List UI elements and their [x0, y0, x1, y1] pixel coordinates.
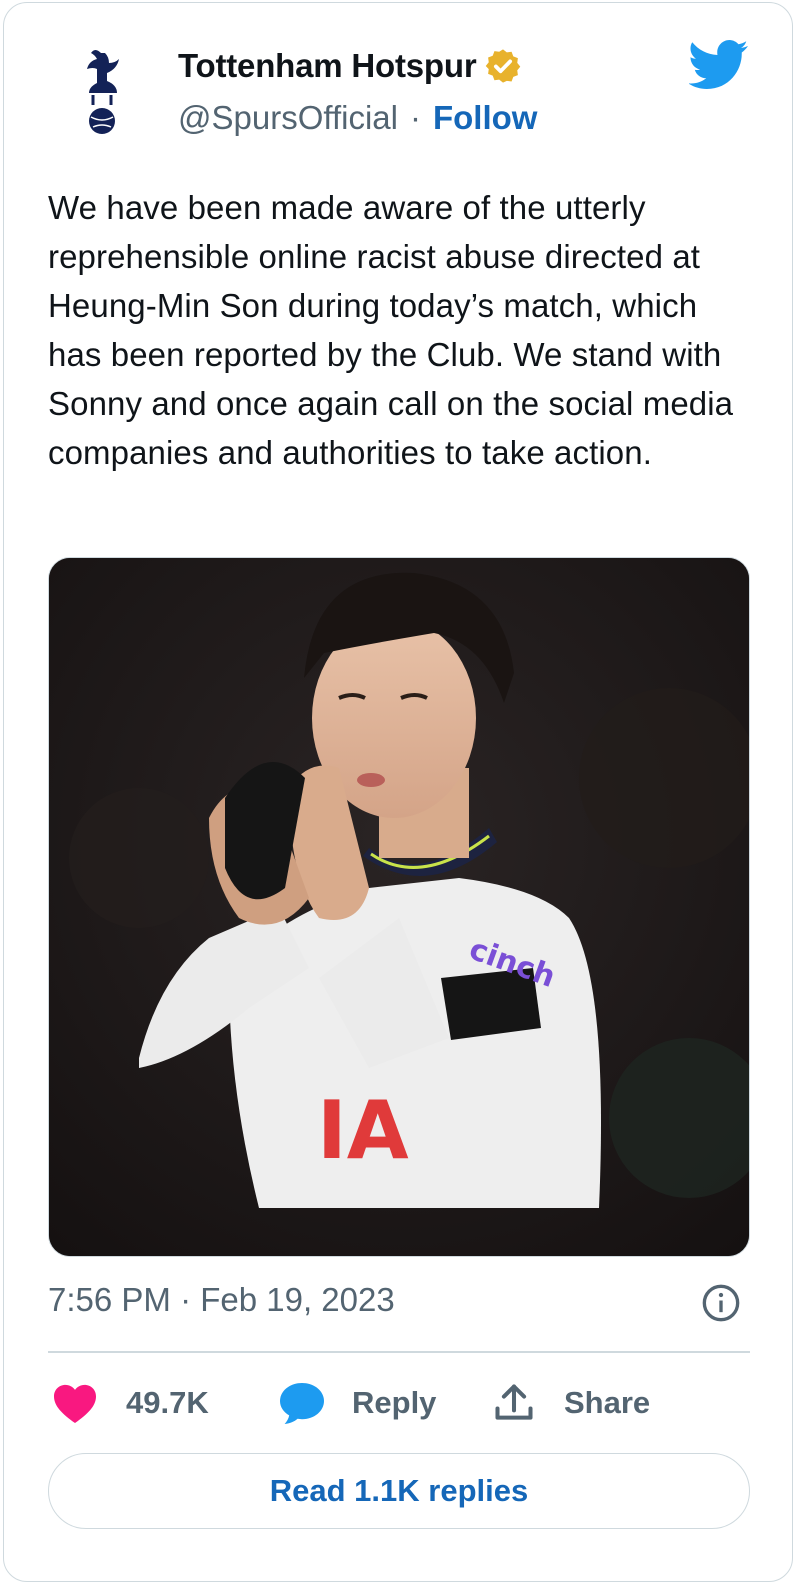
author-handle[interactable]: @SpursOfficial [178, 99, 398, 137]
divider [48, 1351, 750, 1353]
twitter-bird-icon[interactable] [689, 39, 749, 91]
like-button[interactable]: 49.7K [52, 1375, 209, 1431]
author-avatar[interactable] [46, 29, 166, 149]
share-icon [495, 1384, 533, 1420]
tweet-card: Tottenham Hotspur @SpursOfficial · Follo… [3, 2, 793, 1582]
author-name-row: Tottenham Hotspur [178, 47, 522, 85]
read-replies-button[interactable]: Read 1.1K replies [48, 1453, 750, 1529]
author-handle-row: @SpursOfficial · Follow [178, 99, 537, 137]
author-display-name[interactable]: Tottenham Hotspur [178, 47, 477, 85]
tweet-photo[interactable]: cinch IA [48, 557, 750, 1257]
spurs-crest-icon [87, 50, 119, 134]
share-label: Share [564, 1385, 651, 1420]
player-photo-illustration: cinch IA [49, 558, 749, 1256]
separator-dot: · [409, 99, 421, 136]
reply-button[interactable]: Reply [278, 1375, 436, 1431]
tweet-text: We have been made aware of the utterly r… [48, 189, 734, 471]
like-count: 49.7K [126, 1385, 209, 1420]
tweet-timestamp[interactable]: 7:56 PM · Feb 19, 2023 [48, 1281, 395, 1319]
heart-icon [54, 1384, 96, 1424]
follow-button[interactable]: Follow [433, 99, 537, 137]
reply-label: Reply [352, 1385, 437, 1420]
info-icon[interactable] [701, 1283, 741, 1323]
verified-badge-icon [486, 49, 521, 83]
share-button[interactable]: Share [492, 1375, 650, 1431]
reply-bubble-icon [280, 1383, 324, 1424]
shirt-text: IA [317, 1084, 409, 1177]
